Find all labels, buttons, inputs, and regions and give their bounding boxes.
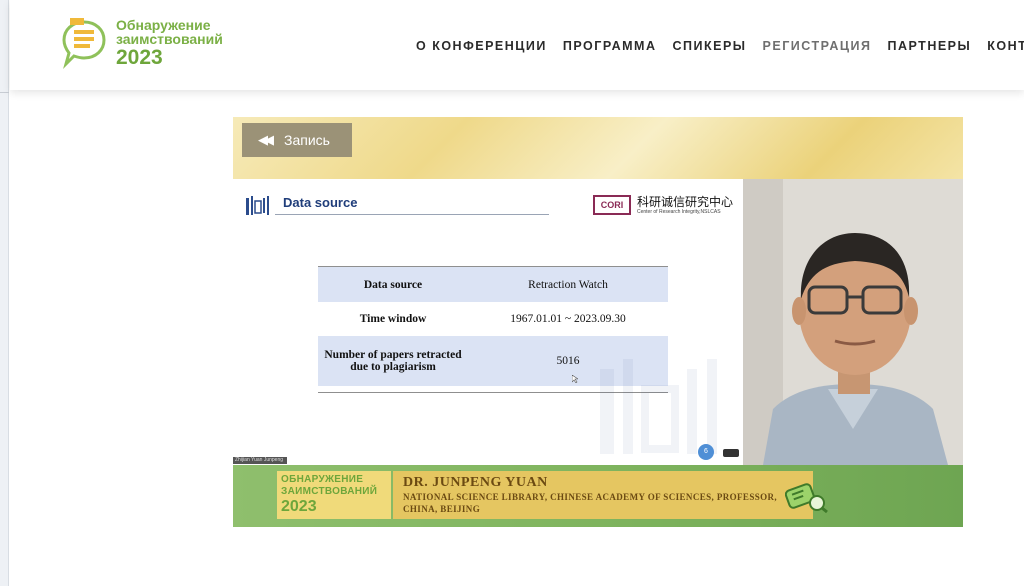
rewind-icon: ◀◀	[258, 132, 274, 147]
nav-about[interactable]: О КОНФЕРЕНЦИИ	[416, 39, 547, 53]
nav-program[interactable]: ПРОГРАММА	[563, 39, 657, 53]
table-cell-label: Number of papers retracted due to plagia…	[318, 336, 468, 386]
nav-contacts[interactable]: КОНТАКТЫ	[987, 39, 1024, 53]
lower-third-banner: ОБНАРУЖЕНИЕ ЗАИМСТВОВАНИЙ 2023 DR. JUNPE…	[233, 465, 963, 527]
lower-third-logo-line1: ОБНАРУЖЕНИЕ	[281, 474, 364, 485]
back-to-record-button[interactable]: ◀◀ Запись	[242, 123, 352, 157]
nav-speakers[interactable]: СПИКЕРЫ	[672, 39, 746, 53]
nav-registration[interactable]: РЕГИСТРАЦИЯ	[763, 39, 872, 53]
cori-badge: CORI	[593, 195, 631, 215]
main-nav: О КОНФЕРЕНЦИИ ПРОГРАММА СПИКЕРЫ РЕГИСТРАЦИЯ…	[416, 37, 1024, 55]
speaker-name-tag: Zhijian Yuan Junpeng	[233, 457, 287, 464]
speaker-video-icon	[743, 179, 963, 465]
lower-third-logo-line2: ЗАИМСТВОВАНИЙ	[281, 486, 378, 497]
logo-year: 2023	[116, 46, 163, 69]
speech-bubble-logo-icon	[62, 18, 106, 70]
cori-name-en: Center of Research Integrity,NSLCAS	[637, 209, 721, 215]
speaker-affiliation-line1: NATIONAL SCIENCE LIBRARY, CHINESE ACADEM…	[403, 492, 778, 502]
table-cell-label: Time window	[318, 302, 468, 336]
cori-logo: CORI 科研诚信研究中心 Center of Research Integri…	[593, 193, 733, 221]
presentation-slide: Data source CORI 科研诚信研究中心 Center of Rese…	[233, 179, 743, 465]
back-button-label: Запись	[284, 132, 330, 148]
logo-line1: Обнаружение	[116, 17, 211, 33]
conference-logo[interactable]: Обнаружение заимствований 2023	[62, 16, 262, 72]
table-cell-label: Data source	[318, 267, 468, 302]
speaker-webcam	[743, 179, 963, 465]
table-cell-value: Retraction Watch	[468, 267, 668, 302]
lower-third-logo-year: 2023	[281, 498, 317, 515]
library-logo-icon	[246, 196, 269, 215]
mouse-pointer-icon	[572, 375, 578, 383]
cori-name-cn: 科研诚信研究中心	[637, 195, 734, 209]
site-header: Обнаружение заимствований 2023 О КОНФЕРЕ…	[10, 0, 1024, 90]
magnifier-document-icon	[785, 483, 828, 513]
slide-title: Data source	[283, 195, 358, 210]
speaker-name: DR. JUNPENG YUAN	[403, 475, 548, 490]
window-left-edge	[0, 0, 9, 586]
table-cell-value: 1967.01.01 ~ 2023.09.30	[468, 302, 668, 336]
slide-number-badge-icon: 6	[698, 444, 714, 460]
logo-text: Обнаружение заимствований 2023	[116, 18, 223, 70]
nav-partners[interactable]: ПАРТНЕРЫ	[888, 39, 972, 53]
logo-line2: заимствований	[116, 31, 223, 47]
speaker-info: DR. JUNPENG YUAN NATIONAL SCIENCE LIBRAR…	[393, 471, 813, 519]
speaker-affiliation-line2: CHINA, BEIJING	[403, 504, 481, 514]
lower-third-logo: ОБНАРУЖЕНИЕ ЗАИМСТВОВАНИЙ 2023	[277, 471, 391, 519]
table-row: Data source Retraction Watch	[318, 267, 668, 302]
recording-indicator-icon	[723, 449, 739, 457]
table-row: Time window 1967.01.01 ~ 2023.09.30	[318, 302, 668, 336]
slide-title-underline	[275, 214, 549, 215]
video-player[interactable]: ◀◀ Запись Data source CORI 科研诚信研究中心 Cent…	[233, 117, 963, 527]
